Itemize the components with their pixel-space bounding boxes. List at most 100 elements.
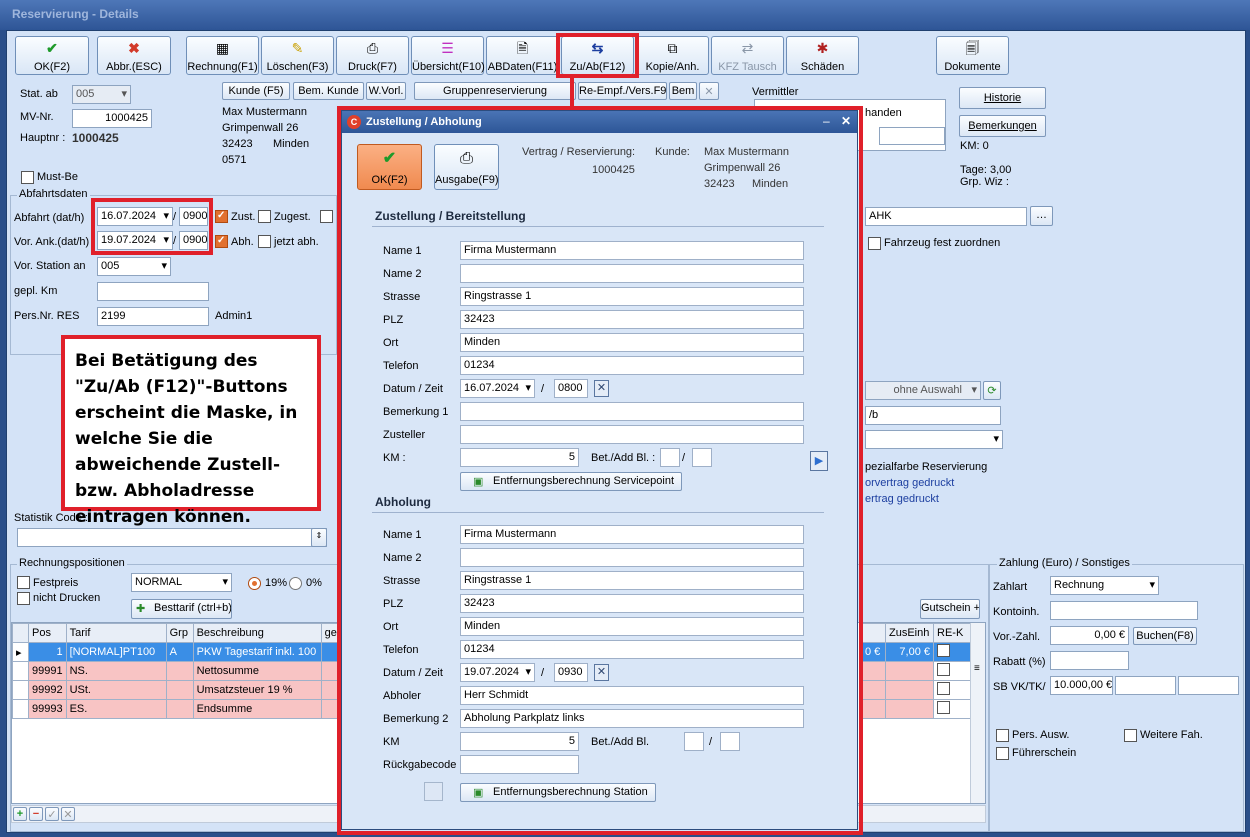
kfz-tausch-button[interactable]: ⇄ KFZ Tausch <box>711 36 784 75</box>
besttarif-button[interactable]: ✚ Besttarif (ctrl+b) <box>131 599 232 619</box>
zugest-checkbox[interactable] <box>258 210 271 223</box>
a-rueck-input[interactable] <box>460 755 579 774</box>
gruppenreservierung-button[interactable]: Gruppenreservierung <box>414 82 576 100</box>
zahlart-select[interactable]: Rechnung <box>1050 576 1159 595</box>
a-bem2-input[interactable]: Abholung Parkplatz links <box>460 709 804 728</box>
druck-button[interactable]: ⎙ Druck(F7) <box>336 36 409 75</box>
remove-row-button[interactable]: − <box>29 807 43 821</box>
z-datum-input[interactable]: 16.07.2024 <box>460 379 535 398</box>
cell-rek[interactable] <box>933 699 972 719</box>
ok-button[interactable]: ✔ OK(F2) <box>15 36 89 75</box>
cell-rek[interactable] <box>933 680 972 700</box>
a-ort-input[interactable]: Minden <box>460 617 804 636</box>
bem-button[interactable]: Bem <box>669 82 697 100</box>
rek-checkbox[interactable] <box>937 663 950 676</box>
z-next-button[interactable]: ▶ <box>810 451 828 471</box>
cancel-button[interactable]: ✖ Abbr.(ESC) <box>97 36 171 75</box>
z-bem1-input[interactable] <box>460 402 804 421</box>
vorzahl-input[interactable]: 0,00 € <box>1050 626 1129 645</box>
abh-checkbox[interactable] <box>215 235 228 248</box>
z-telefon-input[interactable]: 01234 <box>460 356 804 375</box>
vat19-radio[interactable] <box>248 577 261 590</box>
abdaten-button[interactable]: 🗎 ABDaten(F11) <box>486 36 559 75</box>
jetzt-abh-checkbox[interactable] <box>258 235 271 248</box>
sb-input3[interactable] <box>1178 676 1239 695</box>
z-plz-input[interactable]: 32423 <box>460 310 804 329</box>
weitere-checkbox[interactable] <box>1124 729 1137 742</box>
pers-ausw-checkbox[interactable] <box>996 729 1009 742</box>
statistik-spin[interactable]: ⇕ <box>311 528 327 547</box>
gutschein-button[interactable]: Gutschein + <box>920 599 980 619</box>
rek-checkbox[interactable] <box>937 682 950 695</box>
dokumente-button[interactable]: 🗐 Dokumente <box>936 36 1009 75</box>
tarif-select[interactable]: NORMAL <box>131 573 232 592</box>
must-be-checkbox[interactable] <box>21 171 34 184</box>
stat-ab-select[interactable]: 005 <box>72 85 131 104</box>
add-row-button[interactable]: + <box>13 807 27 821</box>
a-datum-input[interactable]: 19.07.2024 <box>460 663 535 682</box>
z-clear-button[interactable]: ✕ <box>594 380 609 397</box>
z-km-input[interactable]: 5 <box>460 448 579 467</box>
rabatt-input[interactable] <box>1050 651 1129 670</box>
confirm-row-button[interactable]: ✓ <box>45 807 59 821</box>
rek-checkbox[interactable] <box>937 644 950 657</box>
statistik-input[interactable] <box>17 528 327 547</box>
a-bet-input2[interactable] <box>720 732 740 751</box>
a-name1-input[interactable]: Firma Mustermann <box>460 525 804 544</box>
z-name1-input[interactable]: Firma Mustermann <box>460 241 804 260</box>
ohne-auswahl-select[interactable]: ohne Auswahl <box>865 381 981 400</box>
km-input[interactable] <box>97 282 209 301</box>
re-empf-button[interactable]: Re-Empf./Vers.F9 <box>578 82 667 100</box>
a-bet-input1[interactable] <box>684 732 704 751</box>
uebersicht-button[interactable]: ☰ Übersicht(F10) <box>411 36 485 75</box>
z-zeit-input[interactable]: 0800 <box>554 379 588 398</box>
table-row[interactable]: ▸ 1 [NORMAL]PT100 A PKW Tagestarif inkl.… <box>12 642 352 662</box>
loeschen-button[interactable]: ✎ Löschen(F3) <box>261 36 334 75</box>
a-entfernung-button[interactable]: ▣ Entfernungsberechnung Station <box>460 783 656 802</box>
a-telefon-input[interactable]: 01234 <box>460 640 804 659</box>
rechnung-button[interactable]: ▦ Rechnung(F1) <box>186 36 259 75</box>
cell-rek[interactable] <box>933 642 972 662</box>
sb-input[interactable]: 10.000,00 € <box>1050 676 1113 695</box>
buchen-button[interactable]: Buchen(F8) <box>1133 627 1197 645</box>
cancel-row-button[interactable]: ✕ <box>61 807 75 821</box>
historie-button[interactable]: Historie <box>959 87 1046 109</box>
a-zeit-input[interactable]: 0930 <box>554 663 588 682</box>
table-row[interactable]: 99991 NS. Nettosumme <box>12 661 352 681</box>
cell-rek[interactable] <box>933 661 972 681</box>
a-plz-input[interactable]: 32423 <box>460 594 804 613</box>
vehicle-select[interactable] <box>865 430 1003 449</box>
z-bet-input2[interactable] <box>692 448 712 467</box>
a-strasse-input[interactable]: Ringstrasse 1 <box>460 571 804 590</box>
fahrzeug-fest-checkbox[interactable] <box>868 237 881 250</box>
mv-nr-input[interactable]: 1000425 <box>72 109 152 128</box>
z-name2-input[interactable] <box>460 264 804 283</box>
nicht-drucken-checkbox[interactable] <box>17 592 30 605</box>
konto-input[interactable] <box>1050 601 1198 620</box>
festpreis-checkbox[interactable] <box>17 576 30 589</box>
vermittler-scroll[interactable] <box>879 127 945 145</box>
a-name2-input[interactable] <box>460 548 804 567</box>
vehicle-field2[interactable]: /b <box>865 406 1001 425</box>
grid-vscroll[interactable]: ≡ <box>970 623 985 803</box>
bem-kunde-button[interactable]: Bem. Kunde <box>293 82 364 100</box>
station-select[interactable]: 005 <box>97 257 171 276</box>
z-bet-input1[interactable] <box>660 448 680 467</box>
a-km-input[interactable]: 5 <box>460 732 579 751</box>
close-icon[interactable]: ✕ <box>841 114 851 128</box>
table-row[interactable]: 99992 USt. Umsatzsteuer 19 % <box>12 680 352 700</box>
pers-input[interactable]: 2199 <box>97 307 209 326</box>
rek-checkbox[interactable] <box>937 701 950 714</box>
kunde-button[interactable]: Kunde (F5) <box>222 82 290 100</box>
close-small-button[interactable]: ✕ <box>699 82 719 100</box>
z-strasse-input[interactable]: Ringstrasse 1 <box>460 287 804 306</box>
vehicle-field[interactable]: AHK <box>865 207 1027 226</box>
vat0-radio[interactable] <box>289 577 302 590</box>
sb-input2[interactable] <box>1115 676 1176 695</box>
wvorl-button[interactable]: W.Vorl. <box>366 82 406 100</box>
z-zusteller-input[interactable] <box>460 425 804 444</box>
refresh-button[interactable]: ⟳ <box>983 381 1001 400</box>
dialog-ausgabe-button[interactable]: ⎙ Ausgabe(F9) <box>434 144 499 190</box>
dialog-ok-button[interactable]: ✔ OK(F2) <box>357 144 422 190</box>
minimize-icon[interactable]: – <box>823 114 830 128</box>
